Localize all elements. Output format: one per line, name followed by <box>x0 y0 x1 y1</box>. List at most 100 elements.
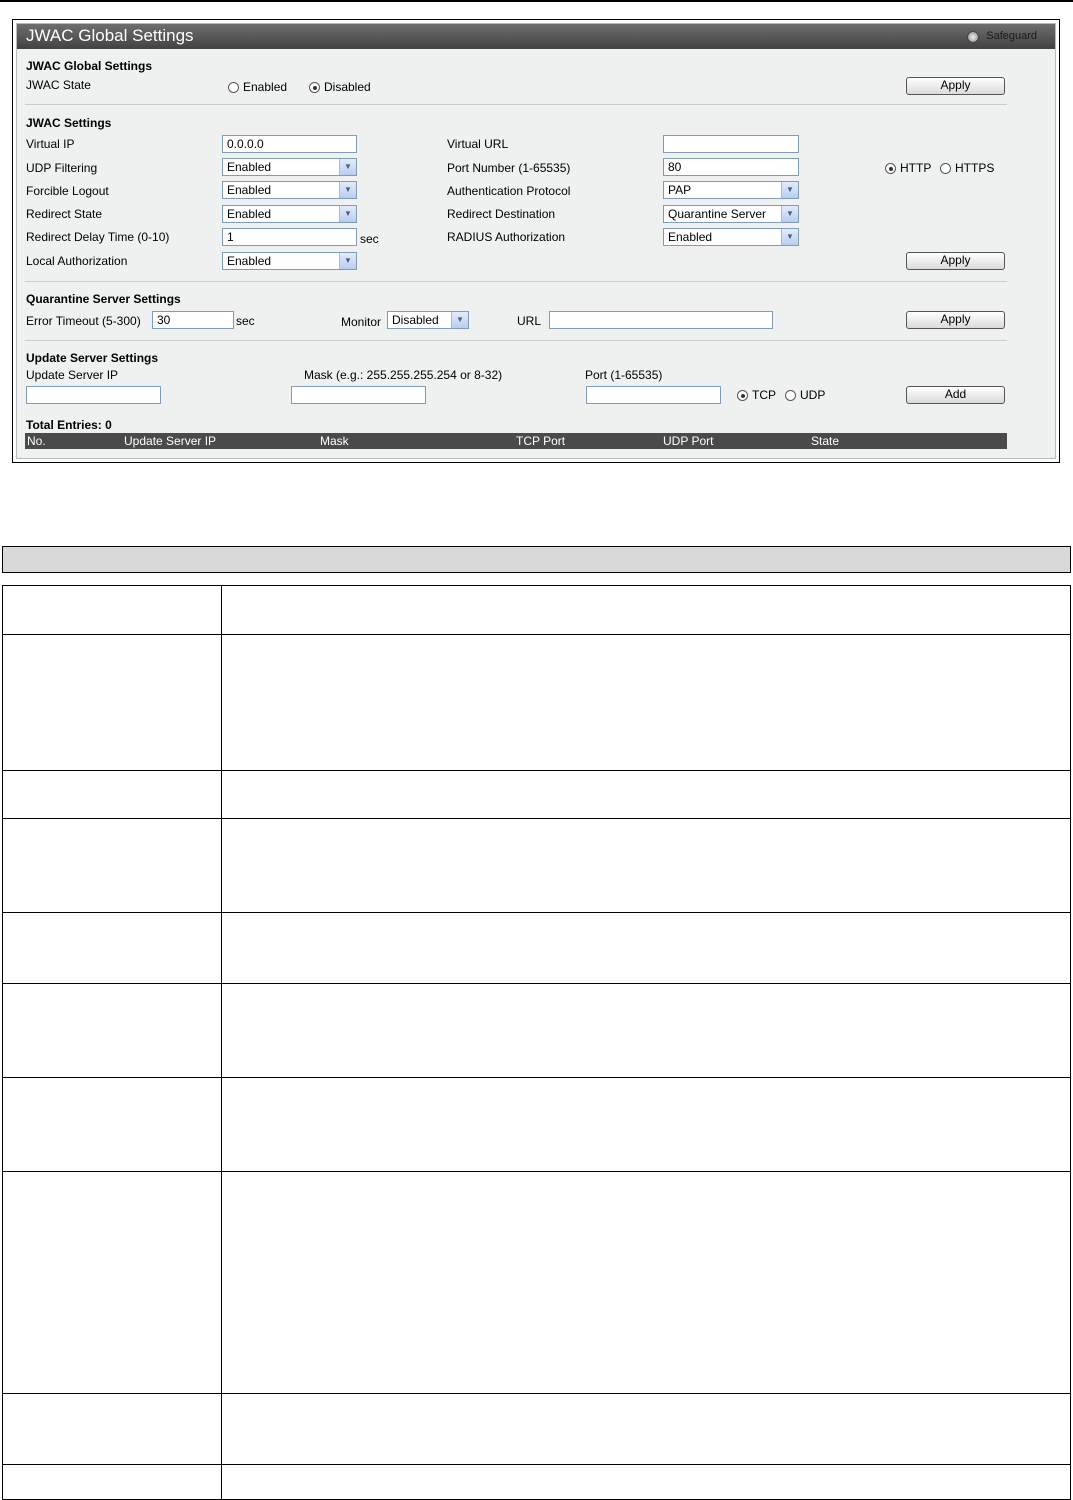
column-header-tcp-port: TCP Port <box>516 434 566 448</box>
table-row <box>2 1464 1071 1500</box>
table-row <box>2 634 1071 771</box>
divider <box>25 104 1007 105</box>
table-row <box>2 1077 1071 1172</box>
transport-tcp-radio[interactable] <box>737 390 748 401</box>
redirect-state-value: Enabled <box>227 207 272 221</box>
protocol-https-radio[interactable] <box>940 163 951 174</box>
section-heading-quarantine: Quarantine Server Settings <box>26 292 181 306</box>
protocol-https-label: HTTPS <box>955 161 995 175</box>
page-top-rule <box>0 0 1073 2</box>
jwac-state-disabled-radio[interactable] <box>309 82 320 93</box>
redirect-delay-label: Redirect Delay Time (0-10) <box>26 230 170 244</box>
table-row <box>2 770 1071 819</box>
mask-input[interactable] <box>291 386 426 404</box>
section-heading-update-server: Update Server Settings <box>26 351 159 365</box>
virtual-url-input[interactable] <box>663 135 799 153</box>
forcible-logout-select[interactable]: Enabled ▼ <box>222 181 357 199</box>
column-header-udp-port: UDP Port <box>663 434 714 448</box>
safeguard-label: Safeguard <box>986 30 1037 42</box>
column-header-state: State <box>811 434 840 448</box>
redirect-delay-input[interactable]: 1 <box>222 228 357 246</box>
panel-title: JWAC Global Settings <box>26 26 194 45</box>
update-server-table-header: No. Update Server IP Mask TCP Port UDP P… <box>25 433 1007 449</box>
auth-protocol-select[interactable]: PAP ▼ <box>663 181 799 199</box>
divider <box>25 281 1007 282</box>
table-row <box>2 983 1071 1078</box>
error-timeout-label: Error Timeout (5-300) <box>26 314 141 328</box>
udp-filtering-value: Enabled <box>227 160 272 174</box>
update-server-ip-input[interactable] <box>26 386 161 404</box>
transport-udp-label: UDP <box>800 388 826 402</box>
screenshot-frame: JWAC Global Settings Safeguard JWAC Glob… <box>12 19 1060 463</box>
forcible-logout-label: Forcible Logout <box>26 184 109 198</box>
update-server-ip-label: Update Server IP <box>26 368 119 382</box>
add-update-server-button[interactable]: Add <box>906 386 1005 404</box>
redirect-delay-unit: sec <box>360 232 379 246</box>
radius-authorization-label: RADIUS Authorization <box>447 230 566 244</box>
global-apply-button[interactable]: Apply <box>906 77 1005 95</box>
redirect-destination-select[interactable]: Quarantine Server ▼ <box>663 205 799 223</box>
jwac-state-label: JWAC State <box>26 78 91 92</box>
chevron-down-icon: ▼ <box>451 312 468 328</box>
error-timeout-unit: sec <box>236 314 255 328</box>
auth-protocol-value: PAP <box>668 183 692 197</box>
udp-filtering-select[interactable]: Enabled ▼ <box>222 158 357 176</box>
column-header-mask: Mask <box>320 434 349 448</box>
url-label: URL <box>517 314 542 328</box>
jwac-state-enabled-label: Enabled <box>243 80 288 94</box>
redirect-destination-label: Redirect Destination <box>447 207 556 221</box>
local-authorization-value: Enabled <box>227 254 272 268</box>
jwac-settings-apply-button[interactable]: Apply <box>906 252 1005 270</box>
forcible-logout-value: Enabled <box>227 183 272 197</box>
quarantine-url-input[interactable] <box>549 311 773 329</box>
quarantine-apply-button[interactable]: Apply <box>906 311 1005 329</box>
transport-tcp-label: TCP <box>752 388 776 402</box>
chevron-down-icon: ▼ <box>781 182 798 198</box>
panel-title-bar: JWAC Global Settings Safeguard <box>17 24 1055 49</box>
redirect-destination-value: Quarantine Server <box>668 207 767 221</box>
divider <box>25 340 1007 341</box>
monitor-select[interactable]: Disabled ▼ <box>387 311 469 329</box>
table-row <box>2 585 1071 635</box>
virtual-ip-label: Virtual IP <box>26 137 75 151</box>
parameter-table-header-bar <box>2 546 1071 573</box>
radius-authorization-value: Enabled <box>668 230 713 244</box>
jwac-global-settings-panel: JWAC Global Settings Safeguard JWAC Glob… <box>16 23 1056 459</box>
chevron-down-icon: ▼ <box>339 182 356 198</box>
protocol-http-radio[interactable] <box>885 163 896 174</box>
parameter-table <box>2 585 1071 1500</box>
port-input[interactable] <box>586 386 721 404</box>
chevron-down-icon: ▼ <box>339 253 356 269</box>
table-row <box>2 912 1071 984</box>
redirect-state-select[interactable]: Enabled ▼ <box>222 205 357 223</box>
section-heading-global: JWAC Global Settings <box>26 59 153 73</box>
redirect-state-label: Redirect State <box>26 207 103 221</box>
monitor-value: Disabled <box>392 313 439 327</box>
table-row <box>2 1393 1071 1465</box>
table-row <box>2 818 1071 913</box>
error-timeout-input[interactable]: 30 <box>152 311 234 329</box>
auth-protocol-label: Authentication Protocol <box>447 184 571 198</box>
local-authorization-select[interactable]: Enabled ▼ <box>222 252 357 270</box>
total-entries: Total Entries: 0 <box>26 418 112 432</box>
section-heading-jwac: JWAC Settings <box>26 116 112 130</box>
virtual-ip-input[interactable]: 0.0.0.0 <box>222 135 357 153</box>
protocol-http-label: HTTP <box>900 161 932 175</box>
monitor-label: Monitor <box>341 315 382 329</box>
radius-authorization-select[interactable]: Enabled ▼ <box>663 228 799 246</box>
jwac-state-enabled-radio[interactable] <box>228 82 239 93</box>
virtual-url-label: Virtual URL <box>447 137 509 151</box>
transport-udp-radio[interactable] <box>785 390 796 401</box>
safeguard-icon <box>967 31 979 43</box>
column-header-no: No. <box>27 434 46 448</box>
mask-label: Mask (e.g.: 255.255.255.254 or 8-32) <box>304 368 503 382</box>
chevron-down-icon: ▼ <box>781 229 798 245</box>
jwac-state-disabled-label: Disabled <box>324 80 371 94</box>
chevron-down-icon: ▼ <box>781 206 798 222</box>
udp-filtering-label: UDP Filtering <box>26 161 98 175</box>
port-label: Port (1-65535) <box>585 368 663 382</box>
port-number-label: Port Number (1-65535) <box>447 161 571 175</box>
chevron-down-icon: ▼ <box>339 159 356 175</box>
column-header-update-server-ip: Update Server IP <box>124 434 217 448</box>
port-number-input[interactable]: 80 <box>663 158 799 176</box>
